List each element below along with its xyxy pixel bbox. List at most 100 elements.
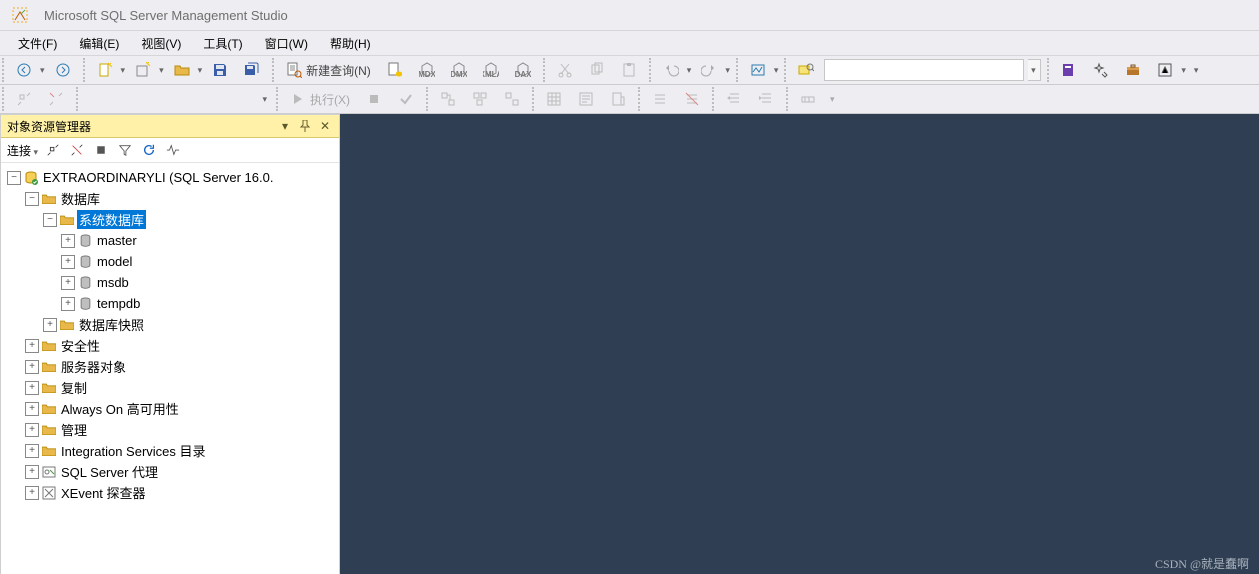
open-file-button[interactable] xyxy=(168,59,196,81)
menu-help[interactable]: 帮助(H) xyxy=(320,33,381,54)
disconnect-icon[interactable] xyxy=(68,141,86,159)
find-button[interactable] xyxy=(792,59,820,81)
collapse-icon[interactable]: − xyxy=(25,192,39,206)
tree-node-replication[interactable]: + 复制 xyxy=(1,377,339,398)
filter-icon[interactable] xyxy=(116,141,134,159)
server-objects-label: 服务器对象 xyxy=(59,357,128,376)
window-position-icon[interactable]: ▾ xyxy=(277,118,293,134)
expand-icon[interactable]: + xyxy=(61,297,75,311)
copy-button[interactable] xyxy=(583,59,611,81)
dropdown-indicator-icon[interactable]: ▾ xyxy=(40,65,45,76)
expand-icon[interactable]: + xyxy=(25,444,39,458)
expand-icon[interactable]: + xyxy=(25,402,39,416)
paste-button[interactable] xyxy=(615,59,643,81)
dropdown-indicator-icon[interactable]: ▾ xyxy=(121,65,126,76)
collapse-icon[interactable]: − xyxy=(7,171,21,185)
expand-icon[interactable]: + xyxy=(25,381,39,395)
toolbar-overflow[interactable]: ▾ xyxy=(830,94,835,105)
search-dropdown[interactable]: ▾ xyxy=(1028,59,1041,81)
dropdown-indicator-icon[interactable]: ▾ xyxy=(159,65,164,76)
toolbox-button[interactable] xyxy=(1119,59,1147,81)
management-label: 管理 xyxy=(59,420,89,439)
expand-icon[interactable]: + xyxy=(43,318,57,332)
svg-text:DMX: DMX xyxy=(451,70,467,78)
results-file-button xyxy=(604,88,632,110)
app-title: Microsoft SQL Server Management Studio xyxy=(44,8,288,23)
new-query-label: 新建查询(N) xyxy=(306,62,371,79)
tree-node-db-model[interactable]: + model xyxy=(1,251,339,272)
start-page-button[interactable] xyxy=(1151,59,1179,81)
search-input[interactable] xyxy=(824,59,1024,81)
tree-node-xevent[interactable]: + XEvent 探查器 xyxy=(1,482,339,503)
expand-icon[interactable]: + xyxy=(25,465,39,479)
tree-node-security[interactable]: + 安全性 xyxy=(1,335,339,356)
tree-node-server[interactable]: − EXTRAORDINARYLI (SQL Server 16.0. xyxy=(1,167,339,188)
nav-forward-button[interactable] xyxy=(49,59,77,81)
tree-node-db-msdb[interactable]: + msdb xyxy=(1,272,339,293)
dropdown-indicator-icon[interactable]: ▾ xyxy=(774,65,779,76)
tree-node-always-on[interactable]: + Always On 高可用性 xyxy=(1,398,339,419)
watermark: CSDN @就是蠢啊 xyxy=(1155,555,1249,572)
dropdown-indicator-icon[interactable]: ▾ xyxy=(198,65,203,76)
connect-object-explorer-icon[interactable] xyxy=(44,141,62,159)
properties-button[interactable] xyxy=(1087,59,1115,81)
save-button[interactable] xyxy=(206,59,234,81)
pin-icon[interactable] xyxy=(297,118,313,134)
expand-icon[interactable]: + xyxy=(61,276,75,290)
nav-back-button[interactable] xyxy=(10,59,38,81)
connect-dropdown[interactable]: 连接 xyxy=(7,142,38,159)
menu-view[interactable]: 视图(V) xyxy=(131,33,191,54)
toolbar-overflow[interactable]: ▾ xyxy=(1194,65,1199,76)
snapshots-label: 数据库快照 xyxy=(77,315,146,334)
tree-node-integration[interactable]: + Integration Services 目录 xyxy=(1,440,339,461)
database-engine-query-button[interactable] xyxy=(381,59,409,81)
dmx-query-button[interactable]: DMX xyxy=(445,59,473,81)
mdx-query-button[interactable]: MDX xyxy=(413,59,441,81)
tree-node-databases[interactable]: − 数据库 xyxy=(1,188,339,209)
dropdown-indicator-icon[interactable]: ▾ xyxy=(1181,65,1186,76)
tree-node-db-master[interactable]: + master xyxy=(1,230,339,251)
tree-node-agent[interactable]: + SQL Server 代理 xyxy=(1,461,339,482)
registered-servers-button[interactable] xyxy=(1055,59,1083,81)
save-all-button[interactable] xyxy=(238,59,266,81)
stop-icon[interactable] xyxy=(92,141,110,159)
expand-icon[interactable]: + xyxy=(25,486,39,500)
menu-file[interactable]: 文件(F) xyxy=(8,33,67,54)
dropdown-indicator-icon[interactable]: ▾ xyxy=(687,65,692,76)
new-button[interactable] xyxy=(91,59,119,81)
new-query-button[interactable]: 新建查询(N) xyxy=(280,59,377,81)
object-explorer-tree[interactable]: − EXTRAORDINARYLI (SQL Server 16.0. − 数据… xyxy=(1,163,339,574)
collapse-icon[interactable]: − xyxy=(43,213,57,227)
tree-node-server-objects[interactable]: + 服务器对象 xyxy=(1,356,339,377)
panel-header[interactable]: 对象资源管理器 ▾ ✕ xyxy=(1,115,339,138)
tree-node-db-tempdb[interactable]: + tempdb xyxy=(1,293,339,314)
folder-icon xyxy=(41,191,57,207)
app-icon xyxy=(6,4,34,26)
tree-node-management[interactable]: + 管理 xyxy=(1,419,339,440)
new-project-button[interactable] xyxy=(129,59,157,81)
menu-edit[interactable]: 编辑(E) xyxy=(69,33,129,54)
redo-button[interactable] xyxy=(695,59,723,81)
system-databases-label: 系统数据库 xyxy=(77,210,146,229)
close-icon[interactable]: ✕ xyxy=(317,118,333,134)
xmla-query-button[interactable]: XMLA xyxy=(477,59,505,81)
cut-button[interactable] xyxy=(551,59,579,81)
activity-monitor-button[interactable] xyxy=(744,59,772,81)
tree-node-system-databases[interactable]: − 系统数据库 xyxy=(1,209,339,230)
menu-tools[interactable]: 工具(T) xyxy=(193,33,252,54)
dropdown-indicator-icon[interactable]: ▾ xyxy=(725,65,730,76)
menu-window[interactable]: 窗口(W) xyxy=(255,33,318,54)
refresh-icon[interactable] xyxy=(140,141,158,159)
dax-query-button[interactable]: DAX xyxy=(509,59,537,81)
expand-icon[interactable]: + xyxy=(25,423,39,437)
expand-icon[interactable]: + xyxy=(25,339,39,353)
activity-icon[interactable] xyxy=(164,141,182,159)
db-label: model xyxy=(95,254,134,269)
expand-icon[interactable]: + xyxy=(61,234,75,248)
undo-button[interactable] xyxy=(657,59,685,81)
expand-icon[interactable]: + xyxy=(61,255,75,269)
expand-icon[interactable]: + xyxy=(25,360,39,374)
tree-node-snapshots[interactable]: + 数据库快照 xyxy=(1,314,339,335)
folder-icon xyxy=(41,338,57,354)
agent-label: SQL Server 代理 xyxy=(59,462,160,481)
